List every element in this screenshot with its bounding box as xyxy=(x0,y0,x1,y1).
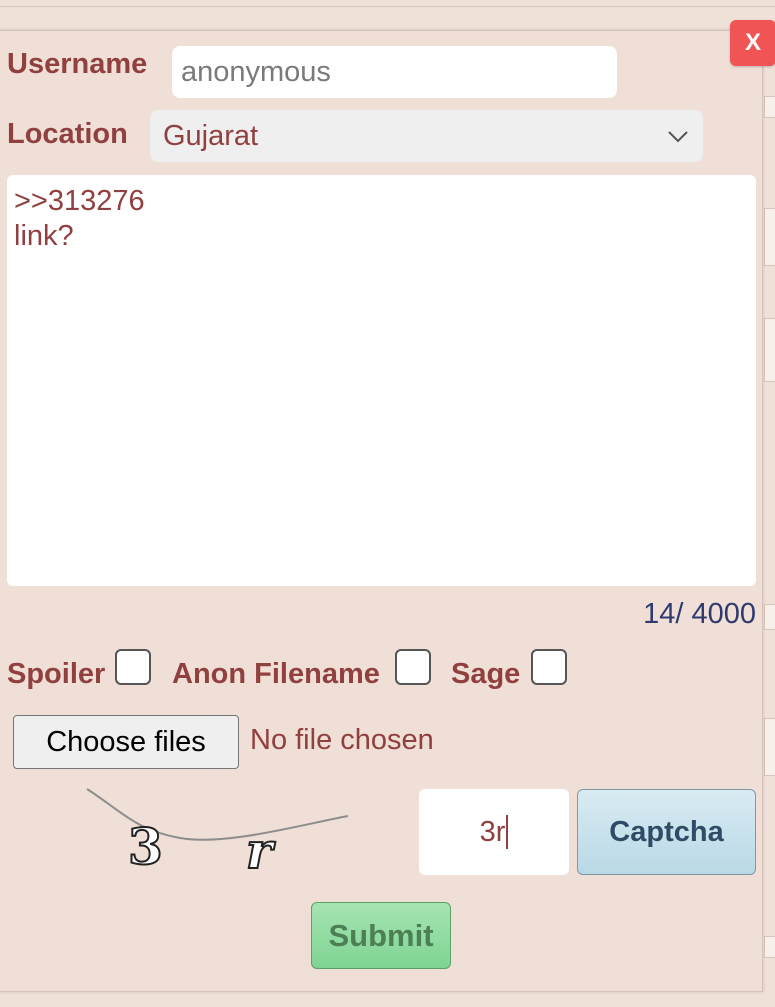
username-label: Username xyxy=(7,48,148,80)
location-selected-value: Gujarat xyxy=(163,119,259,152)
file-status-text: No file chosen xyxy=(250,724,434,756)
chevron-down-icon xyxy=(668,131,688,143)
captcha-input-value: 3r xyxy=(479,815,506,848)
username-input[interactable]: anonymous xyxy=(172,46,617,98)
captcha-image: 3 r xyxy=(86,788,349,880)
sage-label: Sage xyxy=(451,658,521,690)
svg-text:r: r xyxy=(246,821,276,880)
sage-checkbox[interactable] xyxy=(531,649,567,685)
location-select[interactable]: Gujarat xyxy=(150,110,703,162)
captcha-input[interactable]: 3r xyxy=(419,789,569,875)
anon-filename-label: Anon Filename xyxy=(172,658,380,690)
svg-text:3: 3 xyxy=(128,817,163,876)
text-caret xyxy=(506,815,509,849)
choose-files-button[interactable]: Choose files xyxy=(13,715,239,769)
character-counter: 14/ 4000 xyxy=(643,598,756,630)
submit-button[interactable]: Submit xyxy=(311,902,451,969)
close-button[interactable]: X xyxy=(730,20,775,66)
spoiler-label: Spoiler xyxy=(7,658,106,690)
captcha-button[interactable]: Captcha xyxy=(577,789,756,875)
anon-filename-checkbox[interactable] xyxy=(395,649,431,685)
top-divider xyxy=(0,6,775,7)
message-textarea[interactable]: >>313276 link? xyxy=(7,175,756,586)
location-label: Location xyxy=(7,118,128,150)
spoiler-checkbox[interactable] xyxy=(115,649,151,685)
